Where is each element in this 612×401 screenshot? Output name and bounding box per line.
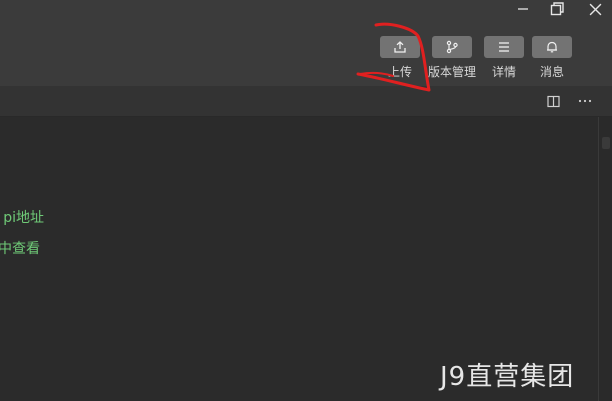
bell-icon <box>547 41 557 53</box>
messages-button[interactable]: 消息 <box>532 36 572 80</box>
upload-icon-box <box>380 36 420 58</box>
editor-tab-bar <box>0 86 612 117</box>
details-button[interactable]: 详情 <box>484 36 524 80</box>
split-editor-icon <box>546 95 560 107</box>
code-line-text: pi地址 <box>3 210 44 226</box>
version-icon-box <box>432 36 472 58</box>
minimize-icon <box>518 8 528 10</box>
messages-icon-box <box>532 36 572 58</box>
messages-label: 消息 <box>539 65 564 79</box>
minimize-button[interactable] <box>508 0 538 18</box>
split-editor-button[interactable] <box>544 92 562 110</box>
upload-label: 上传 <box>387 65 412 79</box>
close-icon <box>589 3 601 15</box>
upload-button[interactable]: 上传 <box>380 36 420 80</box>
close-button[interactable] <box>580 0 610 18</box>
watermark: J9直营集团 <box>440 362 575 392</box>
code-line: 中查看 <box>0 238 40 258</box>
details-label: 详情 <box>491 65 516 79</box>
code-line-text: 中查看 <box>0 241 40 257</box>
upload-icon <box>394 41 406 53</box>
more-actions-button[interactable] <box>576 92 594 110</box>
restore-button[interactable] <box>542 0 572 18</box>
code-line: pi地址 <box>0 207 44 227</box>
scrollbar-thumb[interactable] <box>602 137 610 149</box>
vertical-scrollbar[interactable] <box>598 117 612 401</box>
restore-icon <box>550 2 564 16</box>
more-icon <box>578 99 592 103</box>
version-management-label: 版本管理 <box>428 65 477 79</box>
menu-lines-icon <box>499 42 509 52</box>
version-management-button[interactable]: 版本管理 <box>428 36 476 80</box>
branch-icon <box>446 40 458 54</box>
details-icon-box <box>484 36 524 58</box>
